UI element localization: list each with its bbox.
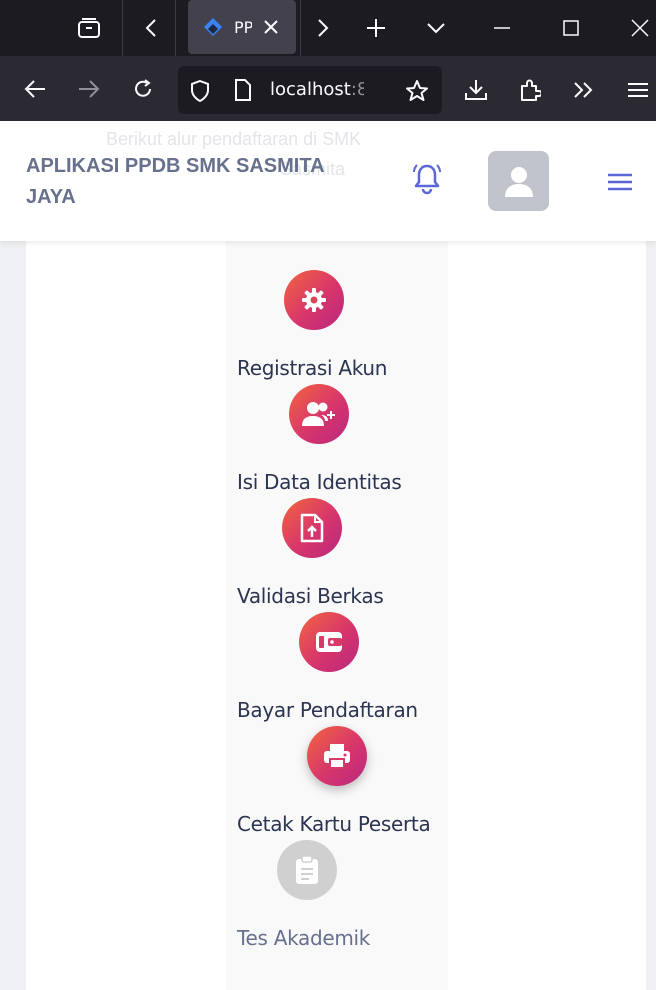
tab-scroll-left-icon[interactable] [140,14,162,42]
shield-icon[interactable] [188,78,212,104]
step-label-isi-data-identitas: Isi Data Identitas [237,470,402,494]
user-avatar[interactable] [488,151,549,211]
maximize-window-icon[interactable] [558,14,584,42]
user-plus-icon[interactable] [289,384,349,444]
step-label-tes-akademik: Tes Akademik [237,926,371,950]
notification-bell-icon[interactable] [410,162,444,201]
reload-icon[interactable] [130,76,156,102]
app-header: Berikut alur pendaftaran di SMK Sasmita … [0,121,656,241]
minimize-window-icon[interactable] [490,14,514,42]
app-menu-icon[interactable] [624,78,652,102]
user-icon [504,167,533,197]
url-text[interactable]: localhost:8030 [270,79,364,100]
address-bar[interactable]: localhost:8030 [178,66,442,114]
extensions-puzzle-icon[interactable] [516,76,544,104]
back-arrow-icon[interactable] [22,76,48,102]
page-info-icon[interactable] [232,78,254,102]
close-window-icon[interactable] [626,14,654,42]
site-favicon-icon [202,16,224,38]
step-label-validasi-berkas: Validasi Berkas [237,584,384,608]
close-tab-icon[interactable] [260,16,282,38]
tab-scroll-right-icon[interactable] [312,14,334,42]
forward-arrow-icon[interactable] [76,76,102,102]
active-tab[interactable]: PPDB [188,0,296,54]
file-upload-icon[interactable] [282,498,342,558]
downloads-icon[interactable] [462,76,490,104]
url-port: :8030 [350,79,364,100]
tab-separator [175,0,176,56]
url-host: localhost [270,79,351,100]
app-title[interactable]: APLIKASI PPDB SMK SASMITA JAYA [26,151,366,213]
bookmark-star-icon[interactable] [404,78,430,104]
registration-flow-timeline [226,230,448,990]
tab-separator [300,0,301,56]
step-label-cetak-kartu-peserta: Cetak Kartu Peserta [237,812,431,836]
step-label-registrasi-akun: Registrasi Akun [237,356,388,380]
printer-icon[interactable] [307,726,367,786]
hamburger-menu-icon[interactable] [607,172,633,197]
tab-separator [122,0,123,56]
more-tools-chevrons-icon[interactable] [570,76,598,104]
list-all-tabs-icon[interactable] [424,14,448,42]
new-tab-icon[interactable] [364,14,388,42]
clipboard-icon[interactable] [277,840,337,900]
step-label-bayar-pendaftaran: Bayar Pendaftaran [237,698,418,722]
background-heading-text: Berikut alur pendaftaran di SMK [106,129,362,149]
browser-tab-bar: PPDB [0,0,656,56]
wallet-icon[interactable] [299,612,359,672]
gear-icon[interactable] [284,270,344,330]
tab-title: PPDB [234,18,252,37]
tab-overview-icon[interactable] [74,14,104,42]
